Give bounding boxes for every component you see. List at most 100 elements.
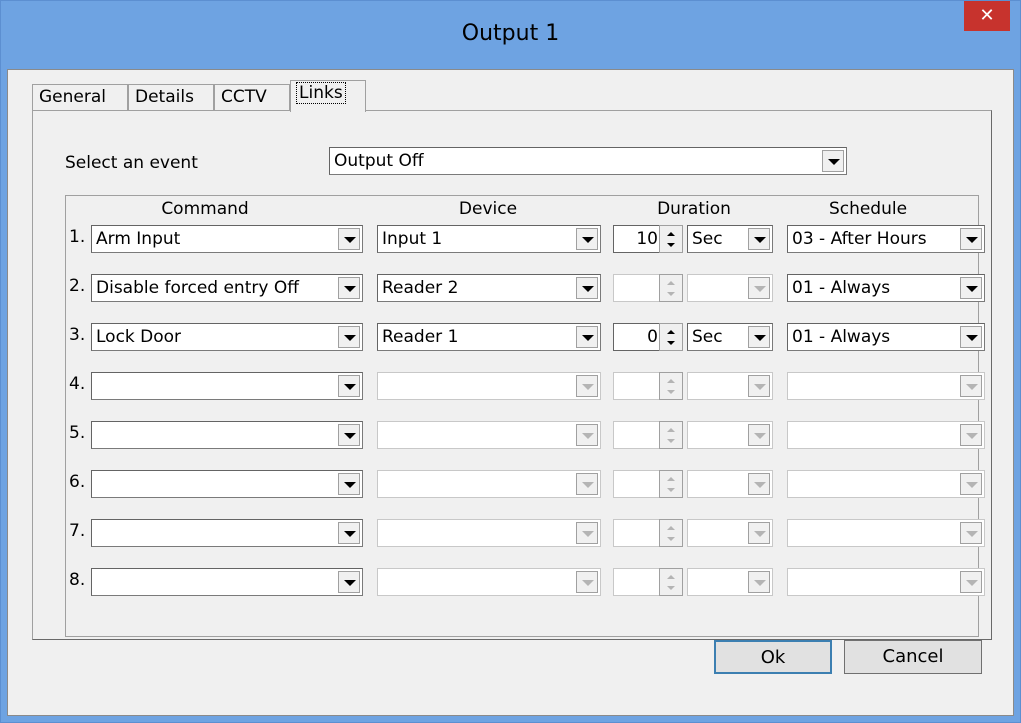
duration-input[interactable] [613, 274, 663, 302]
unit-select[interactable]: Sec [687, 225, 773, 253]
duration-spinner[interactable] [659, 372, 683, 400]
chevron-down-icon [960, 473, 982, 495]
command-select[interactable]: Lock Door [91, 323, 363, 351]
schedule-select[interactable] [787, 421, 985, 449]
chevron-up-icon [667, 281, 675, 285]
schedule-select[interactable] [787, 519, 985, 547]
duration-spinner[interactable] [659, 323, 683, 351]
device-select[interactable] [377, 568, 601, 596]
event-select[interactable]: Output Off [329, 147, 847, 175]
chevron-down-icon [667, 439, 675, 443]
chevron-down-icon [960, 228, 982, 250]
tab-general[interactable]: General [32, 84, 128, 110]
device-select[interactable]: Reader 2 [377, 274, 601, 302]
device-select[interactable] [377, 421, 601, 449]
tab-label: Details [135, 87, 194, 107]
schedule-select[interactable] [787, 470, 985, 498]
chevron-down-icon [338, 473, 360, 495]
device-select[interactable]: Input 1 [377, 225, 601, 253]
row-number: 5. [69, 423, 86, 443]
unit-select[interactable] [687, 274, 773, 302]
duration-spinner[interactable] [659, 225, 683, 253]
schedule-select[interactable] [787, 372, 985, 400]
duration-spinner[interactable] [659, 470, 683, 498]
chevron-down-icon [667, 488, 675, 492]
chevron-down-icon [748, 473, 770, 495]
schedule-select[interactable]: 01 - Always [787, 274, 985, 302]
duration-input[interactable] [613, 470, 663, 498]
command-select[interactable] [91, 568, 363, 596]
chevron-down-icon [338, 571, 360, 593]
unit-select[interactable] [687, 421, 773, 449]
chevron-down-icon [338, 424, 360, 446]
tab-label: Links [296, 82, 346, 104]
chevron-down-icon [576, 571, 598, 593]
command-select[interactable] [91, 519, 363, 547]
column-header-duration: Duration [657, 199, 731, 219]
duration-input[interactable] [613, 421, 663, 449]
device-value: Reader 1 [382, 327, 459, 347]
chevron-down-icon [576, 375, 598, 397]
chevron-down-icon [960, 375, 982, 397]
command-value: Disable forced entry Off [96, 278, 299, 298]
duration-spinner[interactable] [659, 519, 683, 547]
cancel-button[interactable]: Cancel [844, 640, 982, 674]
unit-select[interactable] [687, 568, 773, 596]
chevron-down-icon [667, 586, 675, 590]
tab-details[interactable]: Details [128, 84, 214, 110]
duration-spinner[interactable] [659, 274, 683, 302]
schedule-select[interactable]: 01 - Always [787, 323, 985, 351]
unit-select[interactable]: Sec [687, 323, 773, 351]
device-value: Input 1 [382, 229, 443, 249]
unit-value: Sec [692, 327, 723, 347]
title-bar: Output 1 ✕ [1, 1, 1020, 69]
unit-select[interactable] [687, 372, 773, 400]
tab-links[interactable]: Links [290, 80, 366, 112]
device-select[interactable]: Reader 1 [377, 323, 601, 351]
chevron-down-icon [338, 326, 360, 348]
window-title: Output 1 [461, 21, 560, 46]
chevron-down-icon [667, 341, 675, 345]
event-label: Select an event [65, 153, 198, 173]
tab-label: General [39, 87, 106, 107]
chevron-down-icon [960, 277, 982, 299]
command-select[interactable] [91, 421, 363, 449]
chevron-down-icon [667, 243, 675, 247]
chevron-down-icon [748, 277, 770, 299]
duration-spinner[interactable] [659, 421, 683, 449]
chevron-down-icon [667, 292, 675, 296]
device-select[interactable] [377, 519, 601, 547]
chevron-down-icon [576, 228, 598, 250]
duration-input[interactable] [613, 568, 663, 596]
chevron-down-icon [576, 326, 598, 348]
chevron-down-icon [748, 571, 770, 593]
links-panel: Select an event Output Off Command Devic… [32, 110, 992, 640]
command-value: Arm Input [96, 229, 181, 249]
duration-spinner[interactable] [659, 568, 683, 596]
chevron-down-icon [576, 522, 598, 544]
duration-input[interactable] [613, 372, 663, 400]
schedule-select[interactable]: 03 - After Hours [787, 225, 985, 253]
duration-input[interactable]: 10 [613, 225, 663, 253]
chevron-down-icon [576, 277, 598, 299]
command-select[interactable]: Disable forced entry Off [91, 274, 363, 302]
duration-input[interactable]: 0 [613, 323, 663, 351]
command-select[interactable] [91, 372, 363, 400]
chevron-down-icon [338, 277, 360, 299]
close-button[interactable]: ✕ [964, 1, 1010, 31]
device-select[interactable] [377, 372, 601, 400]
schedule-value: 03 - After Hours [792, 229, 927, 249]
chevron-down-icon [338, 522, 360, 544]
unit-select[interactable] [687, 470, 773, 498]
chevron-down-icon [576, 473, 598, 495]
command-select[interactable]: Arm Input [91, 225, 363, 253]
duration-input[interactable] [613, 519, 663, 547]
ok-button[interactable]: Ok [714, 640, 832, 674]
tab-cctv[interactable]: CCTV [214, 84, 290, 110]
command-select[interactable] [91, 470, 363, 498]
unit-select[interactable] [687, 519, 773, 547]
row-number: 7. [69, 521, 86, 541]
chevron-down-icon [748, 424, 770, 446]
schedule-select[interactable] [787, 568, 985, 596]
device-select[interactable] [377, 470, 601, 498]
